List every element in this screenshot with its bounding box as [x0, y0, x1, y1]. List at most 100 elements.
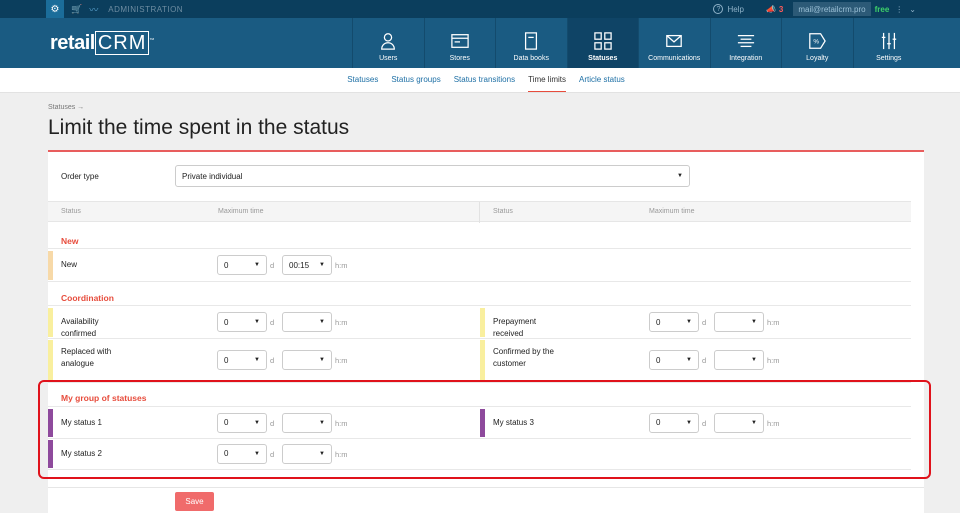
dropdown-arrow-icon: ▼ — [254, 262, 260, 268]
row-divider — [48, 305, 911, 306]
nav-loyalty[interactable]: % Loyalty — [781, 18, 853, 68]
loyalty-icon: % — [809, 33, 827, 49]
status-name: Replaced with analogue — [61, 347, 112, 368]
chart-icon[interactable]: 〰 — [89, 3, 98, 16]
chevron-down-icon[interactable]: ⌄ — [909, 5, 916, 14]
col-status: Status — [61, 208, 81, 215]
dropdown-arrow-icon: ▼ — [254, 357, 260, 363]
help-icon: ? — [713, 4, 724, 14]
nav-users[interactable]: Users — [352, 18, 424, 68]
status-color-stripe — [48, 308, 53, 337]
sub-nav: Statuses Status groups Status transition… — [0, 68, 960, 93]
notification-count: 3 — [778, 4, 784, 14]
gear-icon[interactable]: ⚙ — [46, 0, 64, 18]
status-color-stripe — [48, 340, 53, 381]
status-group-title: New — [61, 236, 79, 246]
integration-icon — [737, 34, 754, 48]
days-unit: d — [270, 261, 275, 270]
nav-statuses[interactable]: Statuses — [566, 18, 638, 68]
subnav-time-limits[interactable]: Time limits — [528, 68, 566, 92]
days-select[interactable]: 0 ▼ — [217, 255, 267, 275]
col-max-time-right: Maximum time — [649, 208, 695, 215]
time-unit: h:m — [335, 356, 348, 365]
statuses-icon — [594, 32, 612, 50]
subnav-status-groups[interactable]: Status groups — [391, 68, 440, 92]
menu-dots-icon[interactable]: ⋮ — [895, 5, 903, 14]
time-select[interactable]: ▼ — [714, 350, 764, 370]
status-color-stripe — [48, 251, 53, 280]
column-divider — [479, 202, 480, 223]
time-select[interactable]: 00:15 ▼ — [282, 255, 332, 275]
time-select[interactable]: ▼ — [282, 312, 332, 332]
status-name: Prepayment received — [493, 317, 537, 338]
status-color-stripe — [480, 340, 485, 381]
subnav-statuses[interactable]: Statuses — [347, 68, 378, 92]
nav-integration[interactable]: Integration — [709, 18, 782, 68]
svg-text:%: % — [814, 39, 820, 46]
store-icon — [451, 34, 469, 48]
dropdown-arrow-icon: ▼ — [319, 357, 325, 363]
dropdown-arrow-icon: ▼ — [686, 357, 692, 363]
days-unit: d — [270, 356, 275, 365]
status-name: New — [61, 260, 78, 269]
time-unit: h:m — [335, 318, 348, 327]
admin-bar: ⚙ 🛒 〰 ADMINISTRATION ? Help 📣 3 mail@ret… — [0, 0, 960, 18]
top-nav: Users Stores Data books Statuses Communi… — [352, 18, 924, 68]
nav-data-books[interactable]: Data books — [495, 18, 567, 68]
status-color-stripe — [480, 308, 485, 337]
time-unit: h:m — [767, 356, 780, 365]
admin-label: ADMINISTRATION — [108, 4, 184, 14]
dropdown-arrow-icon: ▼ — [751, 319, 757, 325]
page-title: Limit the time spent in the status — [48, 116, 350, 139]
nav-stores[interactable]: Stores — [423, 18, 496, 68]
order-type-select[interactable]: Private individual ▼ — [175, 165, 690, 187]
time-unit: h:m — [335, 261, 348, 270]
status-name: Availability confirmed — [61, 317, 99, 338]
dropdown-arrow-icon: ▼ — [686, 319, 692, 325]
logo[interactable]: retail CRM ™ — [50, 31, 154, 55]
days-select[interactable]: 0 ▼ — [217, 312, 267, 332]
cart-icon[interactable]: 🛒 — [71, 4, 82, 15]
dropdown-arrow-icon: ▼ — [751, 357, 757, 363]
order-type-label: Order type — [61, 172, 99, 181]
time-unit: h:m — [767, 318, 780, 327]
subnav-article-status[interactable]: Article status — [579, 68, 625, 92]
row-divider — [48, 248, 911, 249]
form-footer: Save — [48, 487, 924, 513]
highlight-frame — [38, 380, 931, 479]
nav-communications[interactable]: Communications — [638, 18, 710, 68]
row-divider — [48, 281, 911, 282]
time-select[interactable]: ▼ — [282, 350, 332, 370]
sliders-icon — [881, 32, 896, 50]
dropdown-arrow-icon: ▼ — [319, 319, 325, 325]
save-button[interactable]: Save — [175, 492, 214, 511]
dropdown-arrow-icon: ▼ — [319, 262, 325, 268]
status-name: Confirmed by the customer — [493, 347, 554, 368]
plan-badge: free — [874, 4, 890, 14]
megaphone-icon: 📣 — [765, 4, 776, 14]
main-header: retail CRM ™ Users Stores Data books Statu… — [0, 18, 960, 68]
help-link[interactable]: ? Help — [713, 4, 744, 14]
dropdown-arrow-icon: ▼ — [677, 173, 683, 179]
time-select[interactable]: ▼ — [714, 312, 764, 332]
account-email[interactable]: mail@retailcrm.pro — [793, 2, 871, 16]
book-icon — [525, 32, 538, 50]
col-status-right: Status — [493, 208, 513, 215]
subnav-status-transitions[interactable]: Status transitions — [454, 68, 515, 92]
table-header: Status Maximum time Status Maximum time — [48, 201, 911, 223]
days-unit: d — [270, 318, 275, 327]
user-icon — [381, 33, 396, 50]
status-group-title: Coordination — [61, 293, 114, 303]
col-max-time: Maximum time — [218, 208, 264, 215]
days-unit: d — [702, 356, 707, 365]
mail-icon — [666, 34, 683, 48]
dropdown-arrow-icon: ▼ — [254, 319, 260, 325]
days-select[interactable]: 0 ▼ — [649, 312, 699, 332]
row-divider — [48, 338, 911, 339]
nav-settings[interactable]: Settings — [852, 18, 925, 68]
notifications-button[interactable]: 📣 3 — [766, 5, 783, 14]
days-unit: d — [702, 318, 707, 327]
days-select[interactable]: 0 ▼ — [217, 350, 267, 370]
breadcrumb[interactable]: Statuses → — [48, 104, 84, 111]
days-select[interactable]: 0 ▼ — [649, 350, 699, 370]
